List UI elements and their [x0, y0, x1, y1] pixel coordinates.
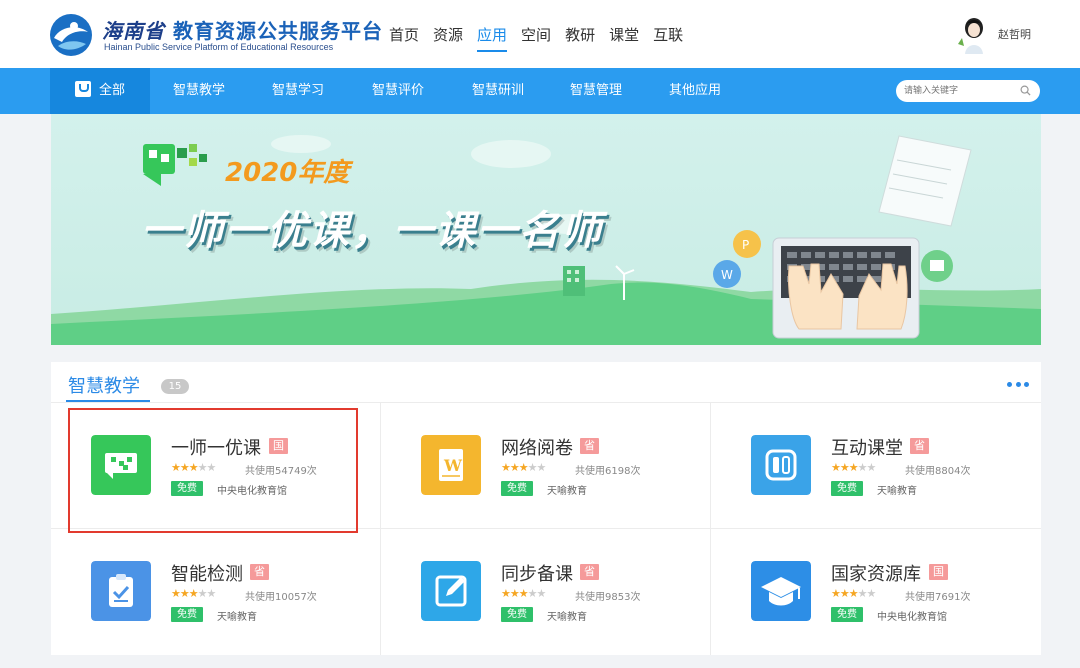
bag-icon	[74, 81, 91, 97]
nav-home[interactable]: 首页	[389, 24, 419, 52]
provider-name: 中央电化教育馆	[877, 612, 947, 623]
user-menu[interactable]: 赵哲明	[956, 14, 1031, 54]
promo-banner[interactable]: P W 2020年度 一师一优课，一课一名师	[51, 114, 1041, 345]
category-smart-teaching[interactable]: 智慧教学	[150, 68, 248, 114]
provider-name: 天喻教育	[547, 612, 587, 623]
app-name: 互动课堂	[831, 438, 903, 459]
banner-slogan: 一师一优课，一课一名师	[141, 208, 603, 254]
globe-hand-logo-icon	[50, 14, 92, 56]
category-label: 全部	[98, 83, 125, 98]
provider-name: 天喻教育	[547, 486, 587, 497]
level-badge: 省	[580, 564, 599, 580]
category-other-apps[interactable]: 其他应用	[644, 68, 746, 114]
edit-square-icon	[421, 561, 481, 621]
app-card-online-grading[interactable]: W 网络阅卷 省 ★★★★★ 共使用6198次 免费 天喻教育	[381, 402, 711, 528]
rating-stars: ★★★★★	[831, 587, 876, 600]
app-name: 同步备课	[501, 564, 573, 585]
level-badge: 国	[929, 564, 948, 580]
platform-logo[interactable]: 海南省 教育资源公共服务平台 Hainan Public Service Pla…	[48, 12, 382, 58]
search-input[interactable]	[904, 83, 1014, 99]
usage-count: 共使用8804次	[905, 466, 971, 477]
nav-space[interactable]: 空间	[521, 24, 551, 52]
search-box[interactable]	[896, 80, 1040, 102]
app-card-national-resource-library[interactable]: 国家资源库 国 ★★★★★ 共使用7691次 免费 中央电化教育馆	[711, 528, 1041, 654]
usage-count: 共使用10057次	[245, 592, 317, 603]
nav-classroom[interactable]: 课堂	[609, 24, 639, 52]
banner-year: 2020年度	[225, 158, 350, 188]
provider-name: 天喻教育	[877, 486, 917, 497]
nav-apps[interactable]: 应用	[477, 24, 508, 52]
nav-connect[interactable]: 互联	[653, 24, 683, 52]
user-name[interactable]: 赵哲明	[998, 26, 1031, 42]
usage-count: 共使用54749次	[245, 466, 317, 477]
rating-stars: ★★★★★	[501, 587, 546, 600]
main-nav: 首页 资源 应用 空间 教研 课堂 互联	[389, 24, 683, 52]
graduation-cap-icon	[751, 561, 811, 621]
level-badge: 省	[580, 438, 599, 454]
price-badge: 免费	[171, 607, 203, 622]
app-card-smart-detection[interactable]: 智能检测 省 ★★★★★ 共使用10057次 免费 天喻教育	[51, 528, 381, 654]
usage-count: 共使用7691次	[905, 592, 971, 603]
app-card-yishi-youke[interactable]: 一师一优课 国 ★★★★★ 共使用54749次 免费 中央电化教育馆	[51, 402, 381, 528]
price-badge: 免费	[501, 607, 533, 622]
price-badge: 免费	[501, 481, 533, 496]
svg-text:W: W	[443, 456, 463, 475]
rating-stars: ★★★★★	[501, 461, 546, 474]
nav-research[interactable]: 教研	[565, 24, 595, 52]
category-all[interactable]: 全部	[50, 68, 150, 114]
svg-text:W: W	[721, 268, 733, 282]
interactive-screen-icon	[751, 435, 811, 495]
level-badge: 省	[250, 564, 269, 580]
building-icon	[563, 266, 585, 296]
category-smart-management[interactable]: 智慧管理	[548, 68, 644, 114]
app-name: 一师一优课	[171, 438, 261, 459]
usage-count: 共使用9853次	[575, 592, 641, 603]
nav-resources[interactable]: 资源	[433, 24, 463, 52]
rating-stars: ★★★★★	[171, 587, 216, 600]
level-badge: 国	[269, 438, 288, 454]
category-smart-training[interactable]: 智慧研训	[448, 68, 548, 114]
top-header: 海南省 教育资源公共服务平台 Hainan Public Service Pla…	[0, 0, 1080, 68]
clipboard-check-icon	[91, 561, 151, 621]
rating-stars: ★★★★★	[171, 461, 216, 474]
laptop-icon	[772, 237, 920, 339]
section-count-badge: 15	[161, 379, 189, 394]
app-name: 网络阅卷	[501, 438, 573, 459]
logo-subtitle: Hainan Public Service Platform of Educat…	[104, 42, 334, 52]
chat-flag-icon	[91, 435, 151, 495]
logo-title: 海南省 教育资源公共服务平台	[102, 19, 383, 43]
price-badge: 免费	[831, 607, 863, 622]
more-options-icon[interactable]	[1007, 382, 1029, 388]
search-icon[interactable]	[1020, 85, 1031, 96]
svg-text:P: P	[742, 238, 749, 252]
rating-stars: ★★★★★	[831, 461, 876, 474]
app-card-interactive-class[interactable]: 互动课堂 省 ★★★★★ 共使用8804次 免费 天喻教育	[711, 402, 1041, 528]
provider-name: 天喻教育	[217, 612, 257, 623]
level-badge: 省	[910, 438, 929, 454]
price-badge: 免费	[831, 481, 863, 496]
price-badge: 免费	[171, 481, 203, 496]
provider-name: 中央电化教育馆	[217, 486, 287, 497]
usage-count: 共使用6198次	[575, 466, 641, 477]
app-card-sync-lesson-prep[interactable]: 同步备课 省 ★★★★★ 共使用9853次 免费 天喻教育	[381, 528, 711, 654]
word-bubble-icon: W	[713, 260, 741, 288]
avatar[interactable]	[956, 14, 992, 54]
category-smart-learning[interactable]: 智慧学习	[248, 68, 348, 114]
document-w-icon: W	[421, 435, 481, 495]
app-name: 国家资源库	[831, 564, 921, 585]
app-name: 智能检测	[171, 564, 243, 585]
ppt-bubble-icon: P	[733, 230, 761, 258]
section-title[interactable]: 智慧教学	[68, 372, 140, 398]
smart-teaching-panel: 智慧教学 15 一师一优课 国 ★★★★★ 共使用54749次 免费 中央电化教…	[51, 362, 1041, 655]
image-bubble-icon	[921, 250, 953, 282]
category-smart-evaluation[interactable]: 智慧评价	[348, 68, 448, 114]
